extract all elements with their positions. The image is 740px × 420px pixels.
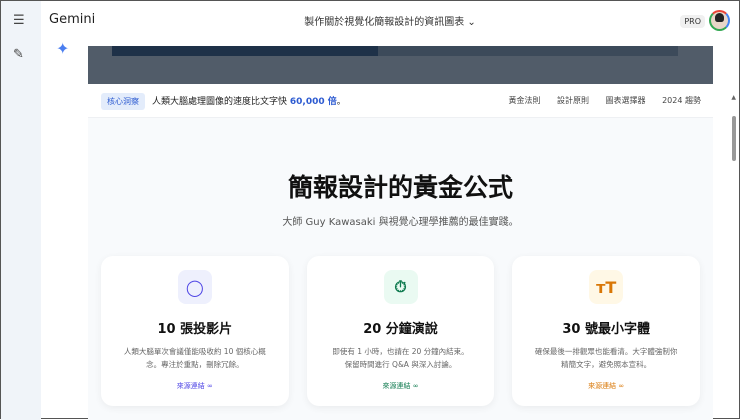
title-text: 製作關於視覺化簡報設計的資訊圖表 (304, 17, 465, 28)
page-nav: 核心洞察 人類大腦處理圖像的速度比文字快 60,000 倍。 黃金法則 設計原則… (88, 84, 713, 118)
card-desc: 即使有 1 小時，也請在 20 分鐘內結束。保留時間進行 Q&A 與深入討論。 (332, 347, 469, 369)
avatar[interactable] (709, 10, 730, 31)
canvas-preview: 核心洞察 人類大腦處理圖像的速度比文字快 60,000 倍。 黃金法則 設計原則… (88, 46, 713, 420)
card-desc: 人類大腦單次會議僅能吸收約 10 個核心概念。專注於重點，刪除冗餘。 (123, 347, 266, 369)
source-link[interactable]: 來源連結 ∞ (101, 381, 289, 391)
card-title: 30 號最小字體 (562, 322, 650, 337)
nav-link-design-principles[interactable]: 設計原則 (557, 96, 589, 105)
top-bar: Gemini 製作關於視覺化簡報設計的資訊圖表 ⌄ PRO (41, 1, 739, 41)
gemini-spark-icon: ✦ (56, 39, 70, 58)
conversation-title[interactable]: 製作關於視覺化簡報設計的資訊圖表 ⌄ (41, 13, 739, 28)
stopwatch-icon: ⏱ (383, 270, 418, 304)
scroll-up-arrow[interactable]: ▲ (731, 94, 736, 101)
pro-badge: PRO (680, 15, 705, 28)
nav-link-chart-selector[interactable]: 圖表選擇器 (606, 96, 646, 105)
insight-tag: 核心洞察 (101, 93, 145, 110)
chevron-down-icon: ⌄ (467, 17, 476, 28)
circle-icon: ◯ (177, 270, 212, 304)
link-icon: ∞ (412, 382, 419, 390)
link-icon: ∞ (618, 382, 625, 390)
page-title: 簡報設計的黃金公式 (287, 173, 513, 202)
page-subtitle: 大師 Guy Kawasaki 與視覺心理學推薦的最佳實踐。 (282, 217, 519, 228)
new-chat-icon[interactable]: ✎ (13, 47, 24, 62)
card-desc: 確保最後一排觀眾也能看清。大字體強制你精簡文字，避免照本宣科。 (534, 347, 678, 369)
card-title: 20 分鐘演說 (363, 322, 438, 337)
source-link[interactable]: 來源連結 ∞ (512, 381, 700, 391)
card-slides: ◯ 10 張投影片 人類大腦單次會議僅能吸收約 10 個核心概念。專注於重點，刪… (101, 256, 289, 406)
source-link[interactable]: 來源連結 ∞ (307, 381, 495, 391)
menu-icon[interactable]: ☰ (13, 13, 25, 28)
nav-link-trends[interactable]: 2024 趨勢 (662, 96, 701, 105)
card-font: ᴛT 30 號最小字體 確保最後一排觀眾也能看清。大字體強制你精簡文字，避免照本… (512, 256, 701, 406)
link-icon: ∞ (207, 382, 213, 390)
nav-link-golden-rules[interactable]: 黃金法則 (508, 96, 540, 105)
card-title: 10 張投影片 (157, 322, 233, 337)
card-minutes: ⏱ 20 分鐘演說 即使有 1 小時，也請在 20 分鐘內結束。保留時間進行 Q… (306, 256, 495, 406)
sidebar-rail: ☰ ✎ (1, 1, 41, 420)
hero-banner (88, 46, 713, 84)
scrollbar-thumb[interactable] (732, 116, 736, 161)
text-size-icon: ᴛT (589, 270, 624, 304)
insight-text: 人類大腦處理圖像的速度比文字快 60,000 倍。 (152, 97, 346, 107)
